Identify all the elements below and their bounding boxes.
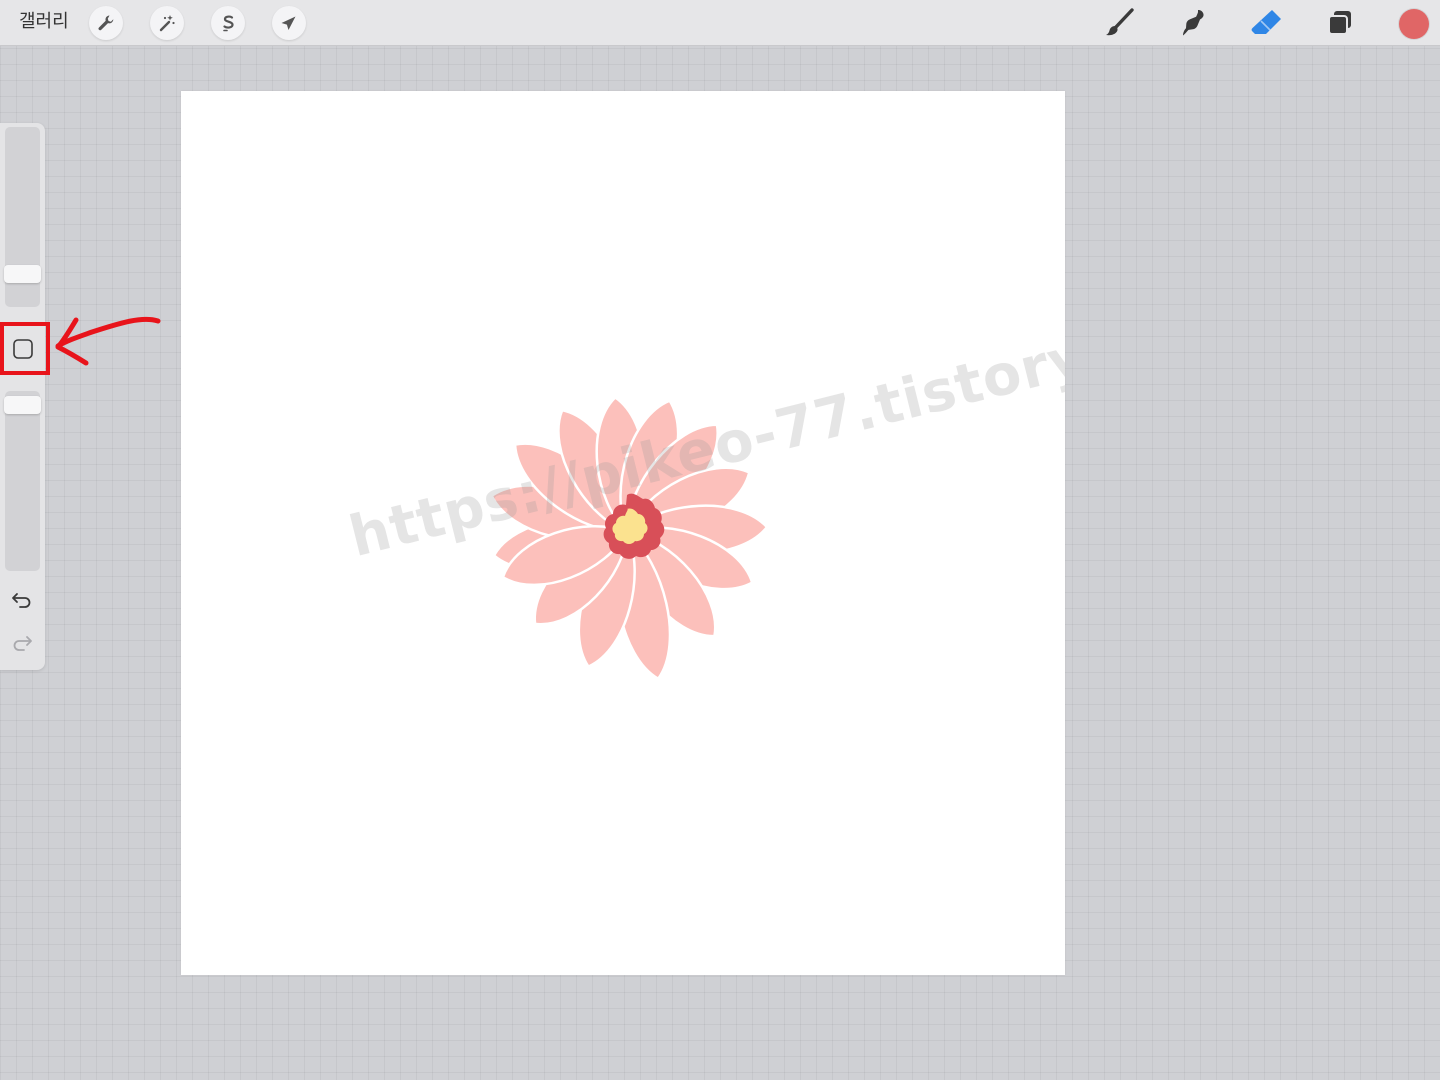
- undo-button[interactable]: [7, 585, 37, 613]
- opacity-slider[interactable]: [4, 391, 41, 571]
- flower-artwork: [490, 395, 769, 681]
- wrench-icon: [98, 15, 114, 31]
- redo-button[interactable]: [7, 628, 37, 656]
- actions-button[interactable]: [89, 6, 123, 40]
- layers-icon: [1328, 11, 1351, 35]
- magic-wand-icon: [159, 15, 175, 32]
- brush-size-thumb[interactable]: [4, 265, 41, 283]
- redo-arrow-icon: [13, 636, 32, 651]
- brush-tool-button[interactable]: [1101, 6, 1137, 40]
- selection-button[interactable]: [211, 6, 245, 40]
- modify-button[interactable]: [0, 323, 45, 375]
- selection-s-icon: [223, 15, 234, 32]
- brush-icon: [1106, 8, 1134, 36]
- eraser-tool-button[interactable]: [1249, 6, 1285, 40]
- left-sidebar: [0, 123, 45, 670]
- red-arrow: [55, 316, 161, 366]
- eraser-icon: [1251, 10, 1281, 34]
- color-picker-button[interactable]: [1399, 9, 1429, 39]
- square-modifier-icon: [12, 339, 33, 359]
- undo-arrow-icon: [12, 593, 31, 608]
- brush-size-slider[interactable]: [4, 127, 41, 307]
- adjustments-button[interactable]: [150, 6, 184, 40]
- transform-button[interactable]: [272, 6, 306, 40]
- eraser-icon-body: [1251, 10, 1281, 34]
- smudge-icon: [1183, 9, 1204, 36]
- gallery-button[interactable]: 갤러리: [19, 11, 69, 33]
- layers-button[interactable]: [1322, 6, 1358, 40]
- opacity-thumb[interactable]: [4, 396, 41, 414]
- arrow-cursor-icon: [281, 16, 296, 30]
- top-toolbar: 갤러리: [0, 0, 1440, 46]
- drawing-canvas[interactable]: https://pikeo-77.tistory.com/: [181, 91, 1065, 975]
- smudge-tool-button[interactable]: [1175, 6, 1211, 40]
